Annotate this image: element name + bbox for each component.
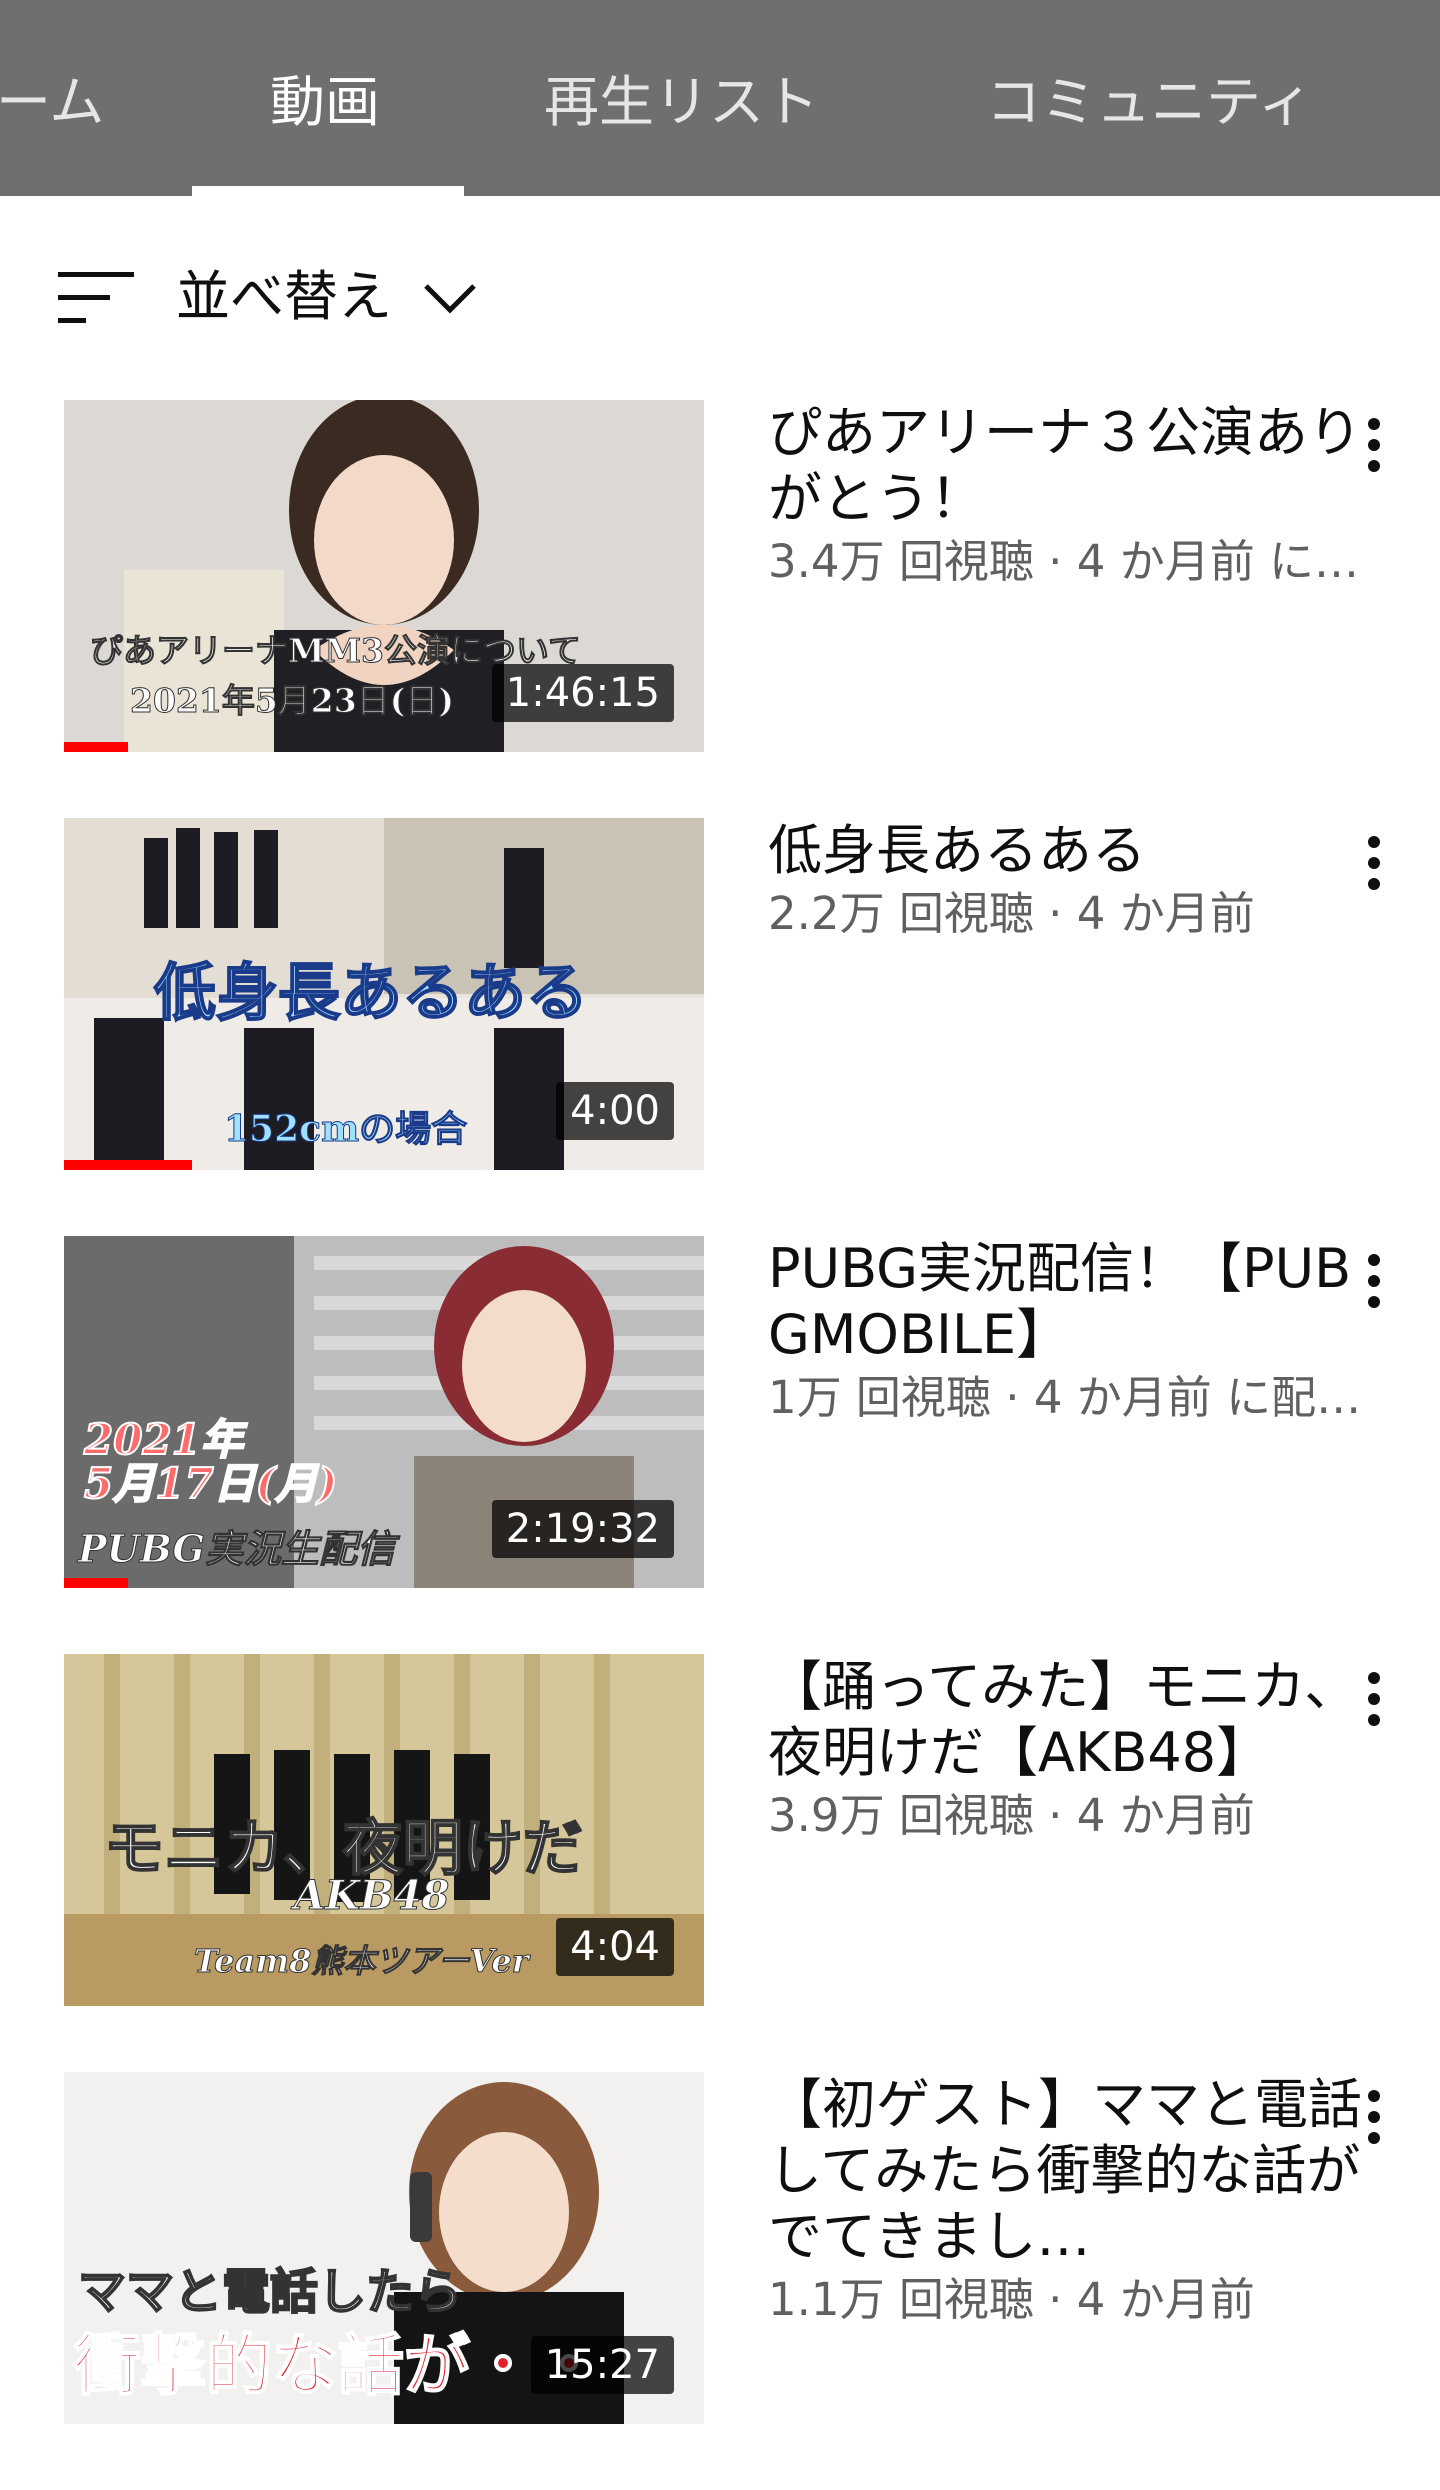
thumbnail-caption: 低身長あるある: [153, 955, 589, 1030]
watch-progress-bar: [64, 1578, 128, 1588]
video-thumbnail[interactable]: モニカ、夜明けだ AKB48 Team8熊本ツアーVer 4:04: [64, 1654, 704, 2006]
sort-button[interactable]: 並べ替え: [0, 236, 1440, 356]
video-title[interactable]: 低身長あるある: [768, 818, 1368, 884]
thumbnail-caption: 5月17日(月): [83, 1458, 338, 1509]
video-meta: 3.4万 回視聴 · 4 か月前 に…: [768, 535, 1360, 588]
thumbnail-caption: Team8熊本ツアーVer: [194, 1942, 530, 1981]
video-thumbnail[interactable]: ママと電話したら 衝撃的な話が・・ 15:27: [64, 2072, 704, 2424]
video-meta: 1.1万 回視聴 · 4 か月前: [768, 2273, 1255, 2326]
video-title[interactable]: 【初ゲスト】ママと電話してみたら衝撃的な話がでてきまし…: [768, 2072, 1368, 2270]
active-tab-indicator: [192, 186, 464, 196]
video-duration: 4:04: [556, 1918, 674, 1976]
video-item[interactable]: モニカ、夜明けだ AKB48 Team8熊本ツアーVer 4:04 【踊ってみた…: [0, 1654, 1440, 2014]
more-vert-icon[interactable]: [1354, 1664, 1394, 1734]
chevron-down-icon: [424, 284, 476, 314]
video-info[interactable]: PUBG実況配信！【PUBGMOBILE】 1万 回視聴 · 4 か月前 に配…: [768, 1236, 1368, 1428]
video-info[interactable]: 【踊ってみた】モニカ、夜明けだ【AKB48】 3.9万 回視聴 · 4 か月前: [768, 1654, 1368, 1846]
video-thumbnail[interactable]: 低身長あるある 152cmの場合 4:00: [64, 818, 704, 1170]
video-title[interactable]: 【踊ってみた】モニカ、夜明けだ【AKB48】: [768, 1654, 1368, 1786]
tab-home[interactable]: ーム: [0, 62, 104, 142]
more-vert-icon[interactable]: [1354, 2082, 1394, 2152]
more-vert-icon[interactable]: [1354, 1246, 1394, 1316]
video-title[interactable]: PUBG実況配信！【PUBGMOBILE】: [768, 1236, 1368, 1368]
video-item[interactable]: 2021年 5月17日(月) PUBG実況生配信 2:19:32 PUBG実況配…: [0, 1236, 1440, 1596]
video-thumbnail[interactable]: ぴあアリーナMM3公演について 2021年5月23日(日) 1:46:15: [64, 400, 704, 752]
video-meta: 3.9万 回視聴 · 4 か月前: [768, 1789, 1255, 1842]
video-info[interactable]: 低身長あるある 2.2万 回視聴 · 4 か月前: [768, 818, 1368, 944]
video-title[interactable]: ぴあアリーナ３公演ありがとう！: [768, 400, 1368, 532]
tab-community[interactable]: コミュニティ: [986, 62, 1313, 142]
video-item[interactable]: 低身長あるある 152cmの場合 4:00 低身長あるある 2.2万 回視聴 ·…: [0, 818, 1440, 1178]
video-info[interactable]: ぴあアリーナ３公演ありがとう！ 3.4万 回視聴 · 4 か月前 に…: [768, 400, 1368, 592]
video-info[interactable]: 【初ゲスト】ママと電話してみたら衝撃的な話がでてきまし… 1.1万 回視聴 · …: [768, 2072, 1368, 2330]
sort-label: 並べ替え: [176, 265, 392, 328]
thumbnail-caption: 衝撃的な話が・・: [73, 2325, 603, 2405]
video-item[interactable]: ママと電話したら 衝撃的な話が・・ 15:27 【初ゲスト】ママと電話してみたら…: [0, 2072, 1440, 2432]
sort-icon: [58, 272, 134, 323]
more-vert-icon[interactable]: [1354, 828, 1394, 898]
watch-progress-bar: [64, 1160, 192, 1170]
video-meta: 2.2万 回視聴 · 4 か月前: [768, 887, 1255, 940]
tab-playlists[interactable]: 再生リスト: [544, 62, 819, 142]
channel-tab-bar: ーム 動画 再生リスト コミュニティ: [0, 0, 1440, 196]
video-duration: 15:27: [530, 2336, 674, 2394]
thumbnail-caption: 152cmの場合: [223, 1108, 468, 1151]
video-item[interactable]: ぴあアリーナMM3公演について 2021年5月23日(日) 1:46:15 ぴあ…: [0, 400, 1440, 760]
video-meta: 1万 回視聴 · 4 か月前 に配…: [768, 1371, 1362, 1424]
video-duration: 1:46:15: [491, 664, 674, 722]
thumbnail-caption: AKB48: [293, 1872, 450, 1920]
more-vert-icon[interactable]: [1354, 410, 1394, 480]
video-duration: 4:00: [556, 1082, 674, 1140]
thumbnail-caption: 2021年5月23日(日): [130, 681, 455, 721]
watch-progress-bar: [64, 742, 128, 752]
video-thumbnail[interactable]: 2021年 5月17日(月) PUBG実況生配信 2:19:32: [64, 1236, 704, 1588]
thumbnail-caption: PUBG実況生配信: [78, 1526, 396, 1572]
tab-videos[interactable]: 動画: [270, 62, 380, 142]
video-duration: 2:19:32: [491, 1500, 674, 1558]
